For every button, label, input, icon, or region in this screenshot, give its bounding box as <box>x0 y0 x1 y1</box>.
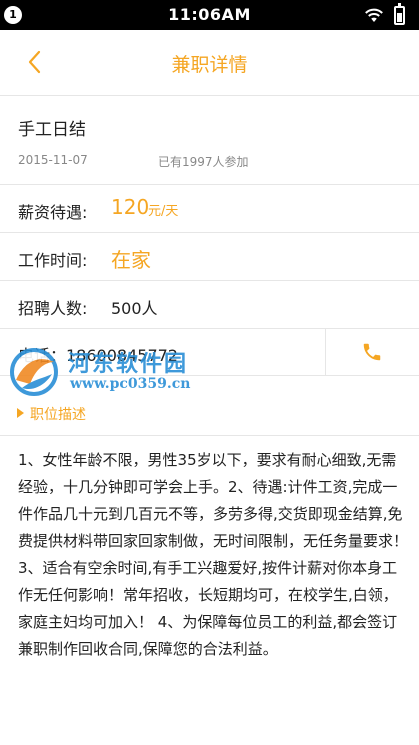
status-bar: 1 11:06AM <box>0 0 419 30</box>
salary-amount: 120 <box>111 195 150 219</box>
call-button[interactable] <box>326 328 419 376</box>
recruit-row: 招聘人数: 500人 <box>0 281 419 329</box>
phone-icon <box>363 343 381 361</box>
salary-unit: 元/天 <box>148 204 179 219</box>
work-time-row: 工作时间: 在家 <box>0 233 419 281</box>
page-title: 兼职详情 <box>171 54 248 76</box>
section-title: 职位描述 <box>30 407 86 423</box>
salary-label: 薪资待遇: <box>18 203 88 222</box>
job-title: 手工日结 <box>18 120 86 140</box>
watermark-brand: 河东软件园 <box>68 352 189 377</box>
recruit-label: 招聘人数: <box>18 299 88 318</box>
job-header: 手工日结 2015-11-07 已有1997人参加 <box>0 97 419 185</box>
wifi-icon <box>365 8 383 22</box>
recruit-value: 500人 <box>111 299 158 318</box>
triangle-right-icon <box>17 408 24 418</box>
work-time-value: 在家 <box>111 248 151 272</box>
salary-row: 薪资待遇: 120 元/天 <box>0 185 419 233</box>
job-description: 1、女性年龄不限，男性35岁以下，要求有耐心细致,无需经验，十几分钟即可学会上手… <box>18 451 409 658</box>
job-joined-count: 已有1997人参加 <box>158 155 249 169</box>
job-date: 2015-11-07 <box>18 153 88 167</box>
work-time-label: 工作时间: <box>18 251 88 270</box>
status-time: 11:06AM <box>168 5 251 24</box>
nav-bar: 兼职详情 <box>0 30 419 96</box>
section-header-job-description: 职位描述 <box>0 376 419 436</box>
battery-icon <box>394 3 405 25</box>
